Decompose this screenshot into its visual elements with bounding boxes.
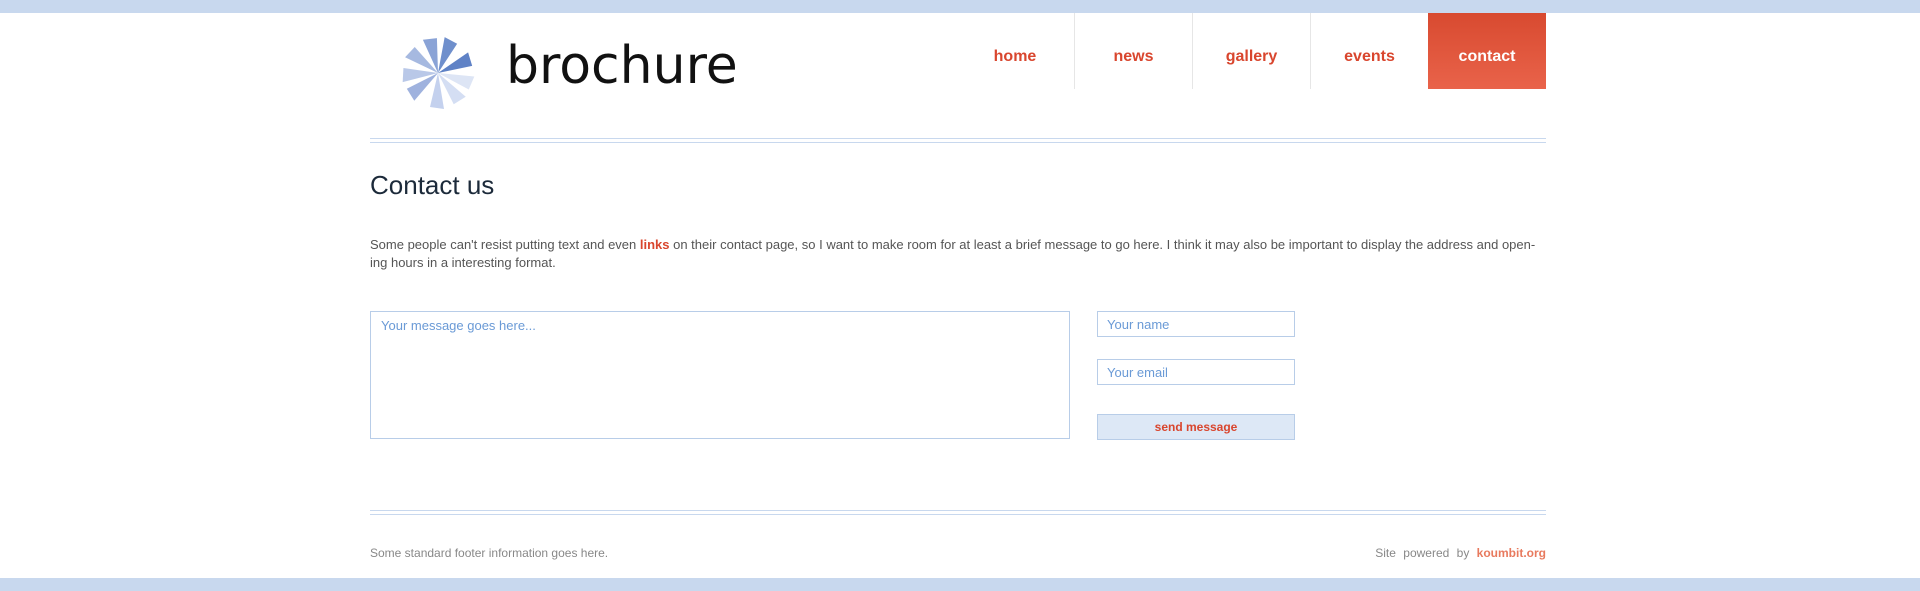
starburst-logo-icon [402, 37, 475, 109]
intro-paragraph: Some people can't resist putting text an… [370, 236, 1546, 272]
powered-by-text: Site powered by [1375, 546, 1470, 560]
bottom-bar [0, 578, 1920, 591]
page-container: brochure home news gallery events contac… [370, 0, 1546, 578]
brand-name: brochure [506, 36, 738, 96]
nav-item-events[interactable]: events [1310, 13, 1428, 89]
nav-item-gallery[interactable]: gallery [1192, 13, 1310, 89]
header-divider [370, 138, 1546, 143]
nav-item-contact[interactable]: contact [1428, 13, 1546, 89]
page-title: Contact us [370, 170, 495, 200]
intro-text-start: Some people can't resist putting text an… [370, 237, 640, 252]
koumbit-link[interactable]: koumbit.org [1477, 546, 1546, 560]
nav-item-home[interactable]: home [956, 13, 1074, 89]
site-logo[interactable]: brochure [388, 30, 738, 116]
email-field[interactable] [1097, 359, 1295, 385]
footer-info: Some standard footer information goes he… [370, 546, 609, 560]
intro-link[interactable]: links [640, 237, 670, 252]
footer-credits: Site powered by koumbit.org [1375, 546, 1546, 560]
send-message-button[interactable]: send message [1097, 414, 1295, 440]
name-field[interactable] [1097, 311, 1295, 337]
main-nav: home news gallery events contact [956, 13, 1546, 89]
message-textarea[interactable] [370, 311, 1070, 439]
nav-item-news[interactable]: news [1074, 13, 1192, 89]
footer-divider [370, 510, 1546, 515]
